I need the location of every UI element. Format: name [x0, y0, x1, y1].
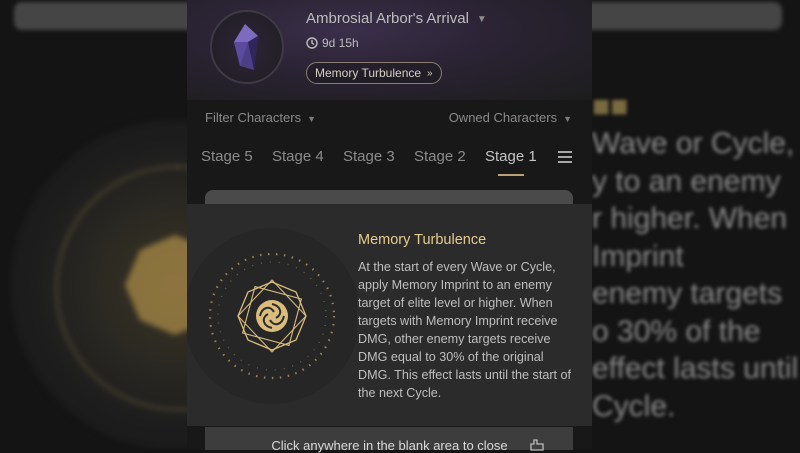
- tab-stage-3[interactable]: Stage 3: [343, 148, 395, 165]
- tab-stage-5[interactable]: Stage 5: [201, 148, 253, 165]
- event-title[interactable]: Ambrosial Arbor's Arrival ▼: [306, 10, 487, 27]
- owned-characters-dropdown[interactable]: Owned Characters ▼: [449, 110, 572, 125]
- backdrop-line: o 30% of the: [592, 314, 761, 348]
- memory-turbulence-icon: [187, 228, 357, 404]
- buff-detail-modal: Memory Turbulence At the start of every …: [187, 204, 592, 426]
- filter-characters-label: Filter Characters: [205, 110, 302, 125]
- chevron-double-right-icon: »: [427, 67, 433, 79]
- backdrop-line: enemy targets: [592, 277, 783, 310]
- backdrop-line: Imprint: [592, 239, 684, 273]
- backdrop-line: Wave or Cycle,: [592, 127, 795, 160]
- modal-description: At the start of every Wave or Cycle, app…: [358, 260, 572, 400]
- tab-stage-1[interactable]: Stage 1: [485, 148, 537, 165]
- event-header: Ambrosial Arbor's Arrival ▼ 9d 15h Memory…: [187, 0, 592, 100]
- filter-characters-dropdown[interactable]: Filter Characters ▼: [205, 110, 316, 125]
- event-timer: 9d 15h: [306, 36, 359, 50]
- owned-characters-label: Owned Characters: [448, 110, 558, 125]
- backdrop-line: y to an enemy: [592, 164, 781, 198]
- stage-tabs: Stage 5 Stage 4 Stage 3 Stage 2 Stage 1: [187, 148, 592, 178]
- caret-down-icon: ▼: [307, 114, 316, 124]
- tab-stage-2[interactable]: Stage 2: [414, 148, 466, 165]
- backdrop-line: r higher. When: [592, 202, 788, 235]
- backdrop-title: ■■: [592, 90, 629, 123]
- caret-down-icon: ▼: [563, 114, 572, 124]
- buff-pill-button[interactable]: Memory Turbulence »: [306, 62, 442, 84]
- backdrop-line: effect lasts until: [592, 352, 799, 385]
- event-portrait: [210, 10, 284, 84]
- filter-row: Filter Characters ▼ Owned Characters ▼: [187, 110, 592, 128]
- event-title-text: Ambrosial Arbor's Arrival: [306, 10, 469, 27]
- time-remaining: 9d 15h: [322, 36, 359, 50]
- buff-pill-label: Memory Turbulence: [315, 66, 422, 80]
- caret-down-icon: ▼: [476, 13, 487, 25]
- hand-pointer-icon: [530, 439, 544, 451]
- active-tab-indicator: [498, 174, 524, 176]
- backdrop-line: Cycle.: [592, 389, 676, 423]
- modal-title: Memory Turbulence: [358, 232, 487, 248]
- menu-icon[interactable]: [558, 151, 572, 163]
- crystal-icon: [234, 24, 258, 70]
- backdrop-description: ■■ Wave or Cycle, y to an enemy r higher…: [592, 88, 800, 425]
- clock-icon: [306, 37, 318, 49]
- tab-stage-4[interactable]: Stage 4: [272, 148, 324, 165]
